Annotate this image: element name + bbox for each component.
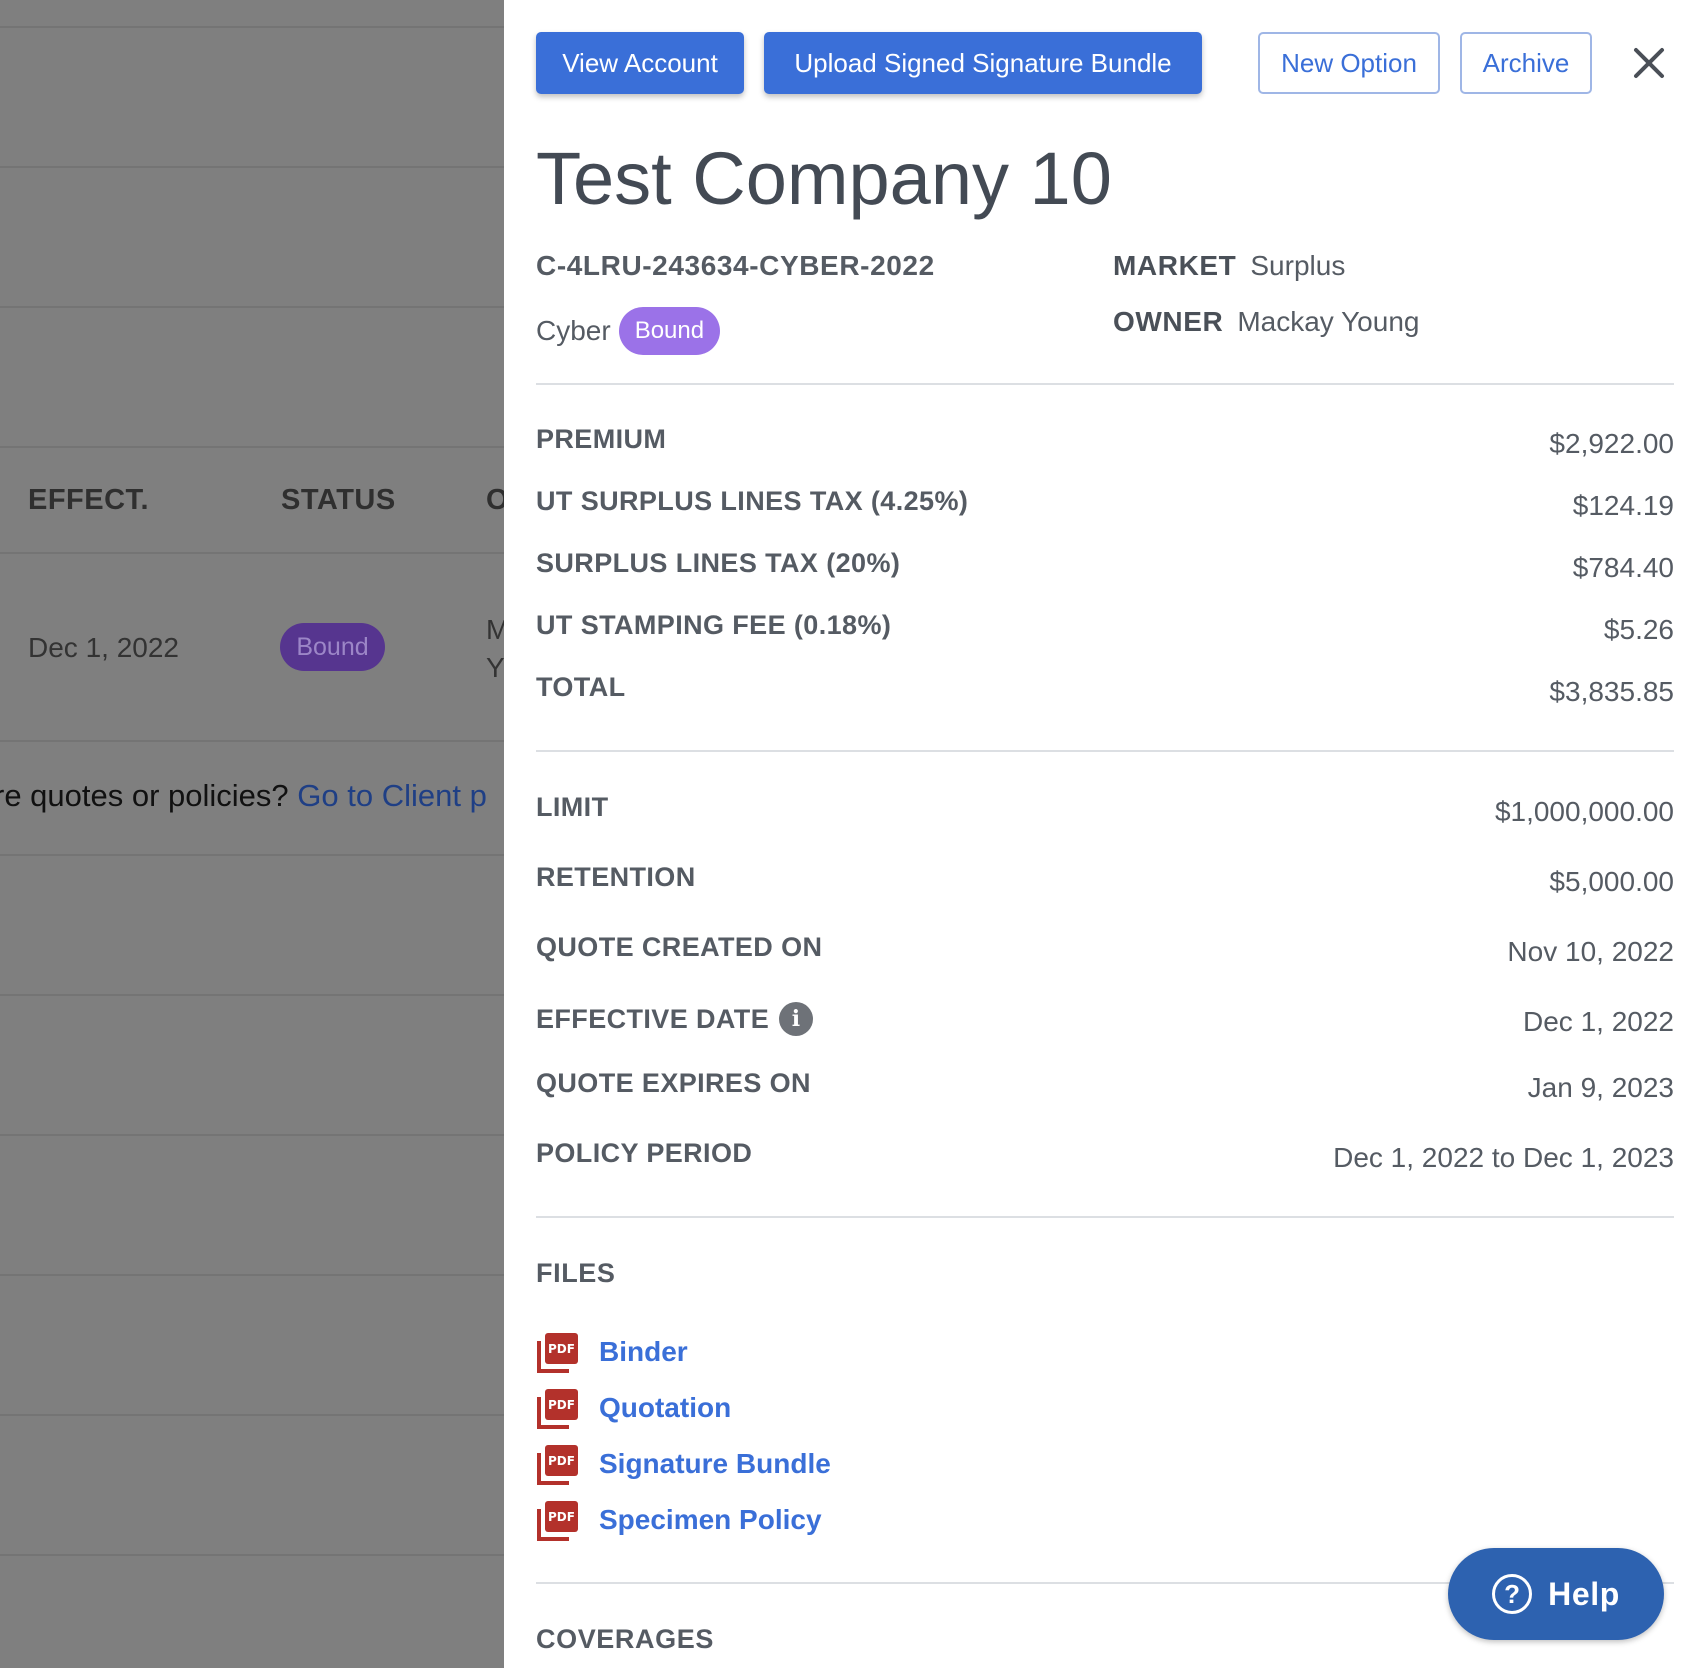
detail-label: EFFECTIVE DATE i bbox=[536, 1002, 814, 1036]
pricing-value: $124.19 bbox=[1572, 490, 1674, 521]
column-header-status: STATUS bbox=[281, 484, 396, 516]
file-name: Quotation bbox=[599, 1392, 732, 1423]
detail-row-quote-expires: QUOTE EXPIRES ON Jan 9, 2023 bbox=[536, 1068, 1674, 1108]
coverages-heading: COVERAGES bbox=[536, 1624, 714, 1654]
detail-value: Nov 10, 2022 bbox=[1507, 936, 1674, 967]
detail-label: POLICY PERIOD bbox=[536, 1138, 753, 1168]
background-divider bbox=[0, 1134, 504, 1136]
file-name: Specimen Policy bbox=[599, 1504, 822, 1535]
background-divider bbox=[0, 994, 504, 996]
pdf-file-icon: PDF bbox=[536, 1330, 580, 1374]
background-divider bbox=[0, 1274, 504, 1276]
pricing-label: SURPLUS LINES TAX (20%) bbox=[536, 548, 901, 578]
background-divider bbox=[0, 1554, 504, 1556]
client-page-prompt: re quotes or policies? Go to Client p bbox=[0, 778, 487, 814]
file-name: Signature Bundle bbox=[599, 1448, 831, 1479]
column-header-owner: O bbox=[486, 484, 504, 516]
pdf-file-icon: PDF bbox=[536, 1442, 580, 1486]
detail-value: Dec 1, 2022 bbox=[1523, 1006, 1674, 1037]
pdf-file-icon: PDF bbox=[536, 1386, 580, 1430]
background-divider bbox=[0, 446, 504, 448]
pricing-label: UT SURPLUS LINES TAX (4.25%) bbox=[536, 486, 969, 516]
detail-label: RETENTION bbox=[536, 862, 696, 892]
row-effective-date: Dec 1, 2022 bbox=[28, 632, 179, 663]
background-divider bbox=[0, 740, 504, 742]
detail-row-policy-period: POLICY PERIOD Dec 1, 2022 to Dec 1, 2023 bbox=[536, 1138, 1674, 1178]
detail-row-effective-date: EFFECTIVE DATE i Dec 1, 2022 bbox=[536, 1002, 1674, 1042]
row-owner-line2: Y bbox=[486, 652, 504, 683]
info-icon[interactable]: i bbox=[779, 1002, 814, 1036]
pricing-label: UT STAMPING FEE (0.18%) bbox=[536, 610, 892, 640]
quote-reference: C-4LRU-243634-CYBER-2022 bbox=[536, 250, 935, 281]
detail-label: QUOTE EXPIRES ON bbox=[536, 1068, 811, 1098]
background-divider bbox=[0, 854, 504, 856]
detail-value: $5,000.00 bbox=[1549, 866, 1674, 897]
line-label: Cyber bbox=[536, 315, 611, 346]
pricing-value: $5.26 bbox=[1603, 614, 1674, 645]
detail-row-quote-created: QUOTE CREATED ON Nov 10, 2022 bbox=[536, 932, 1674, 972]
column-header-effective: EFFECT. bbox=[28, 484, 150, 516]
help-label: Help bbox=[1548, 1575, 1620, 1612]
market-field: MARKET Surplus bbox=[1113, 250, 1345, 282]
file-name: Binder bbox=[599, 1336, 688, 1367]
view-account-button[interactable]: View Account bbox=[536, 32, 744, 94]
detail-row-retention: RETENTION $5,000.00 bbox=[536, 862, 1674, 902]
background-divider bbox=[0, 306, 504, 308]
archive-button[interactable]: Archive bbox=[1460, 32, 1592, 94]
svg-text:PDF: PDF bbox=[548, 1398, 575, 1412]
svg-text:PDF: PDF bbox=[548, 1454, 575, 1468]
detail-value: Jan 9, 2023 bbox=[1527, 1072, 1674, 1103]
svg-text:PDF: PDF bbox=[548, 1510, 575, 1524]
pricing-label: PREMIUM bbox=[536, 424, 667, 454]
file-link-binder[interactable]: PDF Binder bbox=[536, 1330, 688, 1374]
status-badge: Bound bbox=[618, 307, 721, 355]
background-divider bbox=[0, 166, 504, 168]
detail-value: Dec 1, 2022 to Dec 1, 2023 bbox=[1333, 1142, 1674, 1173]
pricing-value: $784.40 bbox=[1572, 552, 1674, 583]
upload-signed-bundle-button[interactable]: Upload Signed Signature Bundle bbox=[764, 32, 1202, 94]
pricing-value: $2,922.00 bbox=[1549, 428, 1674, 459]
pricing-label: TOTAL bbox=[536, 672, 626, 702]
svg-text:PDF: PDF bbox=[548, 1342, 575, 1356]
help-button[interactable]: ? Help bbox=[1448, 1548, 1664, 1640]
market-value: Surplus bbox=[1250, 250, 1346, 281]
question-circle-icon: ? bbox=[1492, 1574, 1533, 1614]
pricing-value: $3,835.85 bbox=[1549, 676, 1674, 707]
pricing-row-ut-surplus-tax: UT SURPLUS LINES TAX (4.25%) $124.19 bbox=[536, 486, 1674, 526]
quote-detail-drawer: View Account Upload Signed Signature Bun… bbox=[504, 0, 1704, 1668]
file-link-signature-bundle[interactable]: PDF Signature Bundle bbox=[536, 1442, 831, 1486]
prompt-text: re quotes or policies? bbox=[0, 778, 289, 813]
file-link-specimen-policy[interactable]: PDF Specimen Policy bbox=[536, 1498, 822, 1542]
section-divider bbox=[536, 750, 1674, 752]
pricing-row-stamping-fee: UT STAMPING FEE (0.18%) $5.26 bbox=[536, 610, 1674, 650]
page-title: Test Company 10 bbox=[536, 137, 1112, 220]
pricing-row-premium: PREMIUM $2,922.00 bbox=[536, 424, 1674, 464]
new-option-button[interactable]: New Option bbox=[1258, 32, 1440, 94]
file-link-quotation[interactable]: PDF Quotation bbox=[536, 1386, 731, 1430]
market-label: MARKET bbox=[1113, 250, 1237, 281]
section-divider bbox=[536, 383, 1674, 385]
go-to-client-link[interactable]: Go to Client p bbox=[297, 778, 487, 813]
effective-date-label: EFFECTIVE DATE bbox=[536, 1003, 770, 1034]
background-divider bbox=[0, 26, 504, 28]
detail-label: QUOTE CREATED ON bbox=[536, 932, 823, 962]
close-icon[interactable] bbox=[1626, 40, 1672, 86]
section-divider bbox=[536, 1216, 1674, 1218]
line-of-business: Cyber Bound bbox=[536, 307, 721, 355]
pricing-row-total: TOTAL $3,835.85 bbox=[536, 672, 1674, 712]
detail-value: $1,000,000.00 bbox=[1494, 796, 1674, 827]
background-divider bbox=[0, 1414, 504, 1416]
files-heading: FILES bbox=[536, 1258, 616, 1288]
detail-label: LIMIT bbox=[536, 792, 609, 822]
owner-field: OWNER Mackay Young bbox=[1113, 306, 1419, 338]
owner-label: OWNER bbox=[1113, 306, 1224, 337]
row-status-badge: Bound bbox=[280, 623, 385, 671]
owner-value: Mackay Young bbox=[1237, 306, 1420, 337]
pdf-file-icon: PDF bbox=[536, 1498, 580, 1542]
background-divider bbox=[0, 552, 504, 554]
row-owner-line1: M bbox=[486, 614, 504, 645]
detail-row-limit: LIMIT $1,000,000.00 bbox=[536, 792, 1674, 832]
pricing-row-surplus-tax: SURPLUS LINES TAX (20%) $784.40 bbox=[536, 548, 1674, 588]
background-page: EFFECT. STATUS O Dec 1, 2022 Bound M Y r… bbox=[0, 0, 504, 1668]
